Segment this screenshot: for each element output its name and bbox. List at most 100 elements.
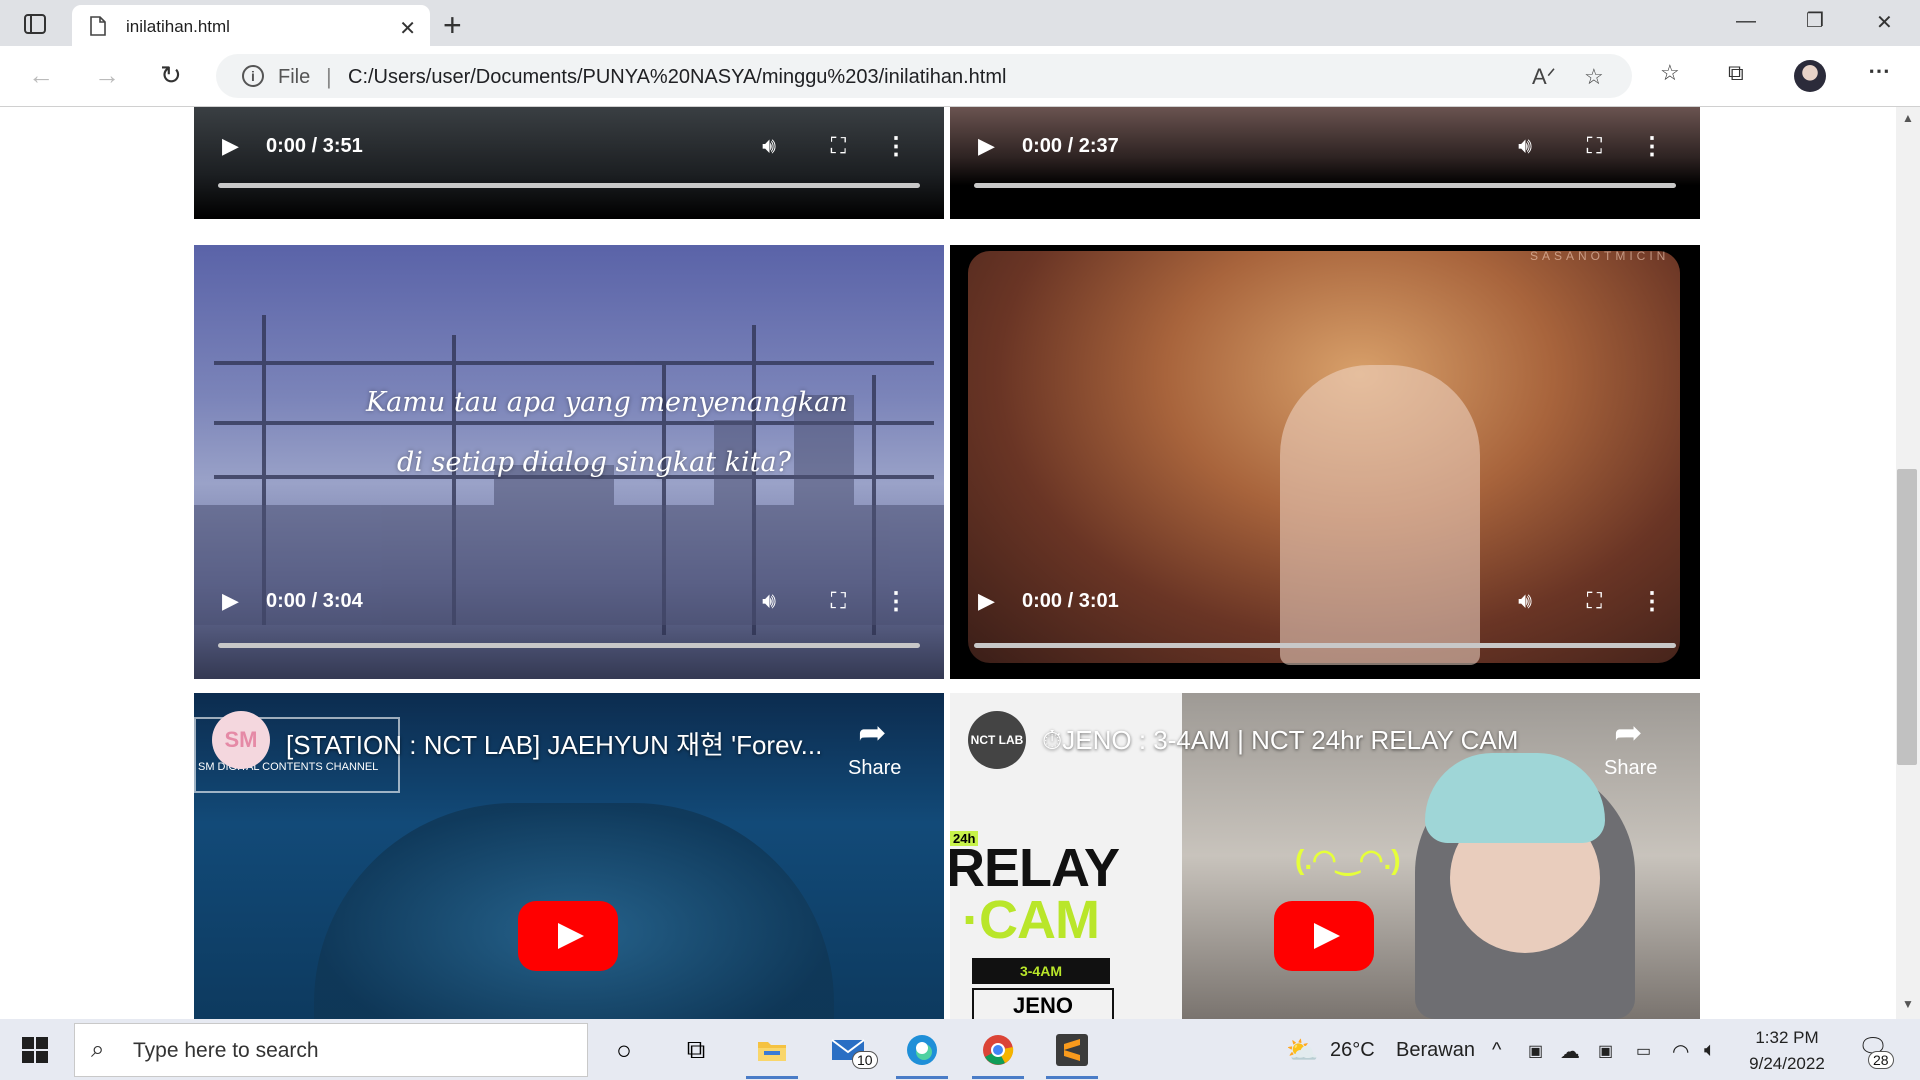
taskbar: ⌕ Type here to search ○ ⧉ 10 ⛅ 26°C Bera… bbox=[0, 1019, 1920, 1080]
share-label: Share bbox=[1604, 757, 1658, 779]
video-controls: ▶ 0:00 / 3:51 🔊︎ ⛶ ⋮ bbox=[194, 126, 944, 166]
video-controls: ▶ 0:00 / 2:37 🔊︎ ⛶ ⋮ bbox=[950, 126, 1700, 166]
channel-avatar[interactable]: SM bbox=[212, 711, 270, 769]
sublime-icon[interactable] bbox=[1050, 1029, 1094, 1071]
scroll-thumb[interactable] bbox=[1897, 469, 1917, 765]
active-indicator bbox=[1046, 1076, 1098, 1079]
chrome-icon[interactable] bbox=[976, 1029, 1020, 1071]
tray-app-icon[interactable]: ▣ bbox=[1598, 1041, 1613, 1061]
fullscreen-icon[interactable]: ⛶ bbox=[831, 588, 846, 614]
lyric-line: di setiap dialog singkat kita? bbox=[397, 447, 792, 478]
forward-icon[interactable]: → bbox=[94, 60, 120, 91]
volume-icon[interactable]: 🔊︎ bbox=[762, 133, 776, 159]
share-icon[interactable]: ➦ bbox=[1614, 713, 1643, 753]
tray-device-icon[interactable]: ▣ bbox=[1528, 1041, 1543, 1061]
weather-desc[interactable]: Berawan bbox=[1396, 1039, 1475, 1062]
site-scheme-label: File bbox=[278, 66, 311, 88]
refresh-icon[interactable]: ↻ bbox=[160, 60, 182, 91]
seek-bar[interactable] bbox=[218, 643, 920, 648]
kebab-icon[interactable]: ⋮ bbox=[1640, 132, 1664, 161]
clock[interactable]: 1:32 PM 9/24/2022 bbox=[1742, 1025, 1832, 1077]
poster-time: 3-4AM bbox=[972, 958, 1110, 984]
kebab-icon[interactable]: ⋮ bbox=[884, 132, 908, 161]
play-icon[interactable]: ▶ bbox=[222, 588, 239, 614]
taskbar-search[interactable]: ⌕ Type here to search bbox=[74, 1023, 588, 1077]
share-icon[interactable]: ➦ bbox=[858, 713, 887, 753]
youtube-embed[interactable]: SM DIGITAL CONTENTS CHANNEL SM [STATION … bbox=[194, 693, 944, 1019]
speaker-icon[interactable]: 🔈︎ bbox=[1704, 1039, 1716, 1062]
collections-icon[interactable]: ⧉ bbox=[1728, 60, 1744, 86]
volume-icon[interactable]: 🔊︎ bbox=[1518, 133, 1532, 159]
file-explorer-icon[interactable] bbox=[750, 1029, 794, 1071]
close-icon[interactable]: ✕ bbox=[399, 16, 416, 41]
more-icon[interactable]: ⋯ bbox=[1868, 58, 1890, 84]
volume-icon[interactable]: 🔊︎ bbox=[762, 588, 776, 614]
video-title[interactable]: ⏱JENO : 3-4AM | NCT 24hr RELAY CAM bbox=[1042, 725, 1518, 757]
favorites-icon[interactable]: ☆ bbox=[1660, 60, 1680, 86]
play-icon[interactable]: ▶ bbox=[978, 588, 995, 614]
fullscreen-icon[interactable]: ⛶ bbox=[831, 133, 846, 159]
play-icon[interactable]: ▶ bbox=[978, 133, 995, 159]
tab-actions-button[interactable] bbox=[20, 11, 50, 37]
windows-start-icon[interactable] bbox=[22, 1037, 48, 1063]
seek-bar[interactable] bbox=[974, 183, 1676, 188]
address-bar[interactable]: i File | C:/Users/user/Documents/PUNYA%2… bbox=[216, 54, 1632, 98]
chevron-up-icon[interactable]: ^ bbox=[1492, 1039, 1501, 1062]
lyric-line: Kamu tau apa yang menyenangkan bbox=[366, 387, 848, 418]
browser-tab[interactable]: inilatihan.html ✕ bbox=[72, 5, 430, 46]
video-player[interactable]: Kamu tau apa yang menyenangkan di setiap… bbox=[194, 245, 944, 679]
video-player[interactable]: ▶ 0:00 / 2:37 🔊︎ ⛶ ⋮ bbox=[950, 107, 1700, 219]
address-separator: | bbox=[326, 64, 332, 89]
scrollbar[interactable]: ▲ ▼ bbox=[1896, 107, 1920, 1019]
volume-icon[interactable]: 🔊︎ bbox=[1518, 588, 1532, 614]
watermark: SASANOTMICIN bbox=[1530, 249, 1670, 263]
notification-badge: 28 bbox=[1868, 1051, 1894, 1069]
avatar[interactable] bbox=[1794, 60, 1826, 92]
kebab-icon[interactable]: ⋮ bbox=[884, 587, 908, 616]
youtube-play-button[interactable] bbox=[1274, 901, 1374, 971]
battery-icon[interactable]: ▭ bbox=[1636, 1041, 1651, 1061]
kebab-icon[interactable]: ⋮ bbox=[1640, 587, 1664, 616]
youtube-play-button[interactable] bbox=[518, 901, 618, 971]
search-placeholder: Type here to search bbox=[133, 1039, 319, 1062]
read-aloud-icon[interactable]: A͏ᐟ bbox=[1532, 64, 1556, 90]
youtube-embed[interactable]: NCT LAB ⏱JENO : 3-4AM | NCT 24hr RELAY C… bbox=[950, 693, 1700, 1019]
active-indicator bbox=[972, 1076, 1024, 1079]
back-icon[interactable]: ← bbox=[28, 60, 54, 91]
video-title[interactable]: [STATION : NCT LAB] JAEHYUN 재현 'Forev... bbox=[286, 725, 822, 762]
info-icon[interactable]: i bbox=[242, 65, 264, 87]
seek-bar[interactable] bbox=[218, 183, 920, 188]
seek-bar[interactable] bbox=[974, 643, 1676, 648]
clock-date: 9/24/2022 bbox=[1749, 1054, 1825, 1073]
add-favorite-icon[interactable]: ☆ bbox=[1584, 64, 1604, 90]
active-indicator bbox=[746, 1076, 798, 1079]
tab-title: inilatihan.html bbox=[126, 17, 230, 36]
weather-icon[interactable]: ⛅ bbox=[1286, 1035, 1318, 1066]
poster-name: JENO bbox=[972, 988, 1114, 1019]
video-time: 0:00 / 3:04 bbox=[266, 589, 363, 612]
window-close-icon[interactable]: ✕ bbox=[1876, 10, 1893, 35]
play-icon[interactable]: ▶ bbox=[222, 133, 239, 159]
cortana-icon[interactable]: ○ bbox=[602, 1029, 646, 1071]
scroll-down-icon[interactable]: ▼ bbox=[1902, 997, 1914, 1011]
video-player[interactable]: ▶ 0:00 / 3:51 🔊︎ ⛶ ⋮ bbox=[194, 107, 944, 219]
video-player[interactable]: SASANOTMICIN ▶ 0:00 / 3:01 🔊︎ ⛶ ⋮ bbox=[950, 245, 1700, 679]
maximize-icon[interactable]: ❐ bbox=[1806, 8, 1824, 33]
scroll-up-icon[interactable]: ▲ bbox=[1902, 111, 1914, 125]
fullscreen-icon[interactable]: ⛶ bbox=[1587, 588, 1602, 614]
plus-icon[interactable]: + bbox=[443, 7, 462, 44]
mail-badge: 10 bbox=[852, 1051, 878, 1069]
edge-icon[interactable] bbox=[900, 1029, 944, 1071]
fullscreen-icon[interactable]: ⛶ bbox=[1587, 133, 1602, 159]
tab-actions-icon bbox=[24, 14, 46, 34]
minimize-icon[interactable]: — bbox=[1736, 10, 1756, 33]
page-icon bbox=[90, 16, 106, 36]
search-icon: ⌕ bbox=[91, 1036, 105, 1063]
channel-avatar[interactable]: NCT LAB bbox=[968, 711, 1026, 769]
weather-temp[interactable]: 26°C bbox=[1330, 1039, 1375, 1062]
onedrive-icon[interactable]: ☁ bbox=[1560, 1039, 1580, 1064]
wifi-icon[interactable]: ◠ bbox=[1672, 1039, 1689, 1064]
toolbar: ← → ↻ i File | C:/Users/user/Documents/P… bbox=[0, 46, 1920, 107]
url-text[interactable]: C:/Users/user/Documents/PUNYA%20NASYA/mi… bbox=[348, 66, 1006, 89]
task-view-icon[interactable]: ⧉ bbox=[674, 1029, 718, 1071]
